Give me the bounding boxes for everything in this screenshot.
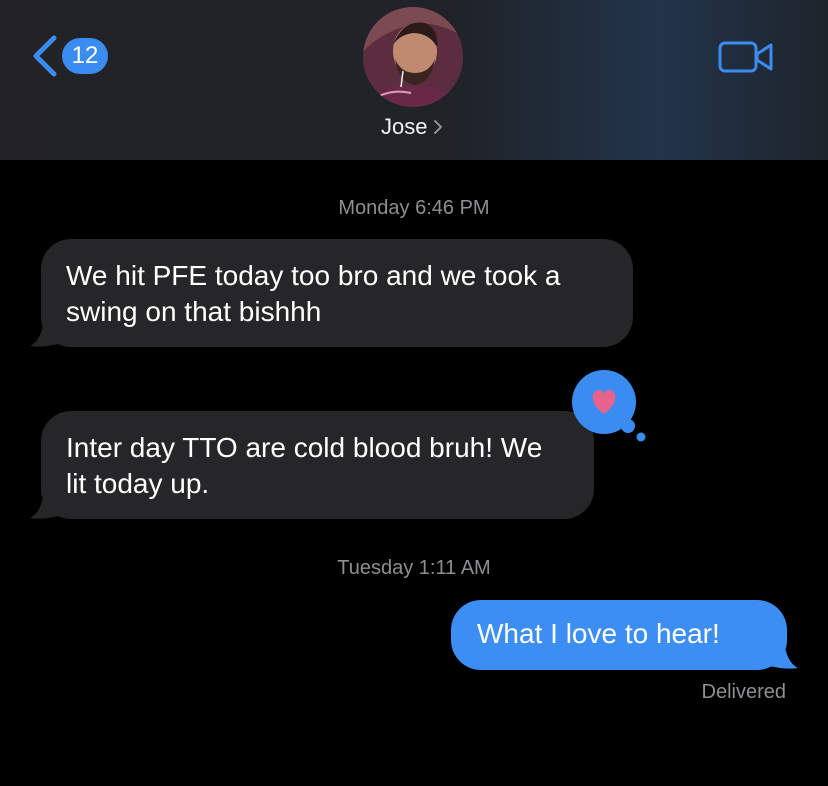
conversation-header: 12 Jose [0, 0, 828, 160]
back-button[interactable]: 12 [30, 34, 108, 78]
bubble-tail [770, 640, 798, 669]
outgoing-message-bubble[interactable]: What I love to hear! [451, 600, 787, 670]
chevron-right-icon [434, 120, 443, 134]
incoming-message-bubble[interactable]: We hit PFE today too bro and we took a s… [41, 239, 633, 347]
bubble-tail [30, 318, 58, 347]
chevron-left-icon [33, 35, 57, 77]
video-call-button[interactable] [718, 40, 774, 74]
message-timestamp: Tuesday 1:11 AM [337, 557, 491, 579]
bubble-tail [30, 490, 58, 519]
delivery-status: Delivered [701, 681, 786, 703]
contact-name: Jose [381, 114, 428, 139]
message-text: We hit PFE today too bro and we took a s… [66, 260, 561, 327]
unread-count-badge: 12 [62, 38, 108, 74]
avatar-photo [363, 7, 463, 107]
contact-name-button[interactable]: Jose [381, 114, 443, 140]
heart-reaction[interactable] [570, 368, 650, 448]
message-timestamp: Monday 6:46 PM [338, 197, 490, 219]
contact-avatar[interactable] [363, 7, 463, 107]
video-camera-icon [718, 41, 773, 73]
incoming-message-bubble[interactable]: Inter day TTO are cold blood bruh! We li… [41, 411, 594, 519]
heart-icon [572, 370, 646, 442]
message-text: What I love to hear! [477, 618, 720, 649]
message-text: Inter day TTO are cold blood bruh! We li… [66, 432, 543, 499]
